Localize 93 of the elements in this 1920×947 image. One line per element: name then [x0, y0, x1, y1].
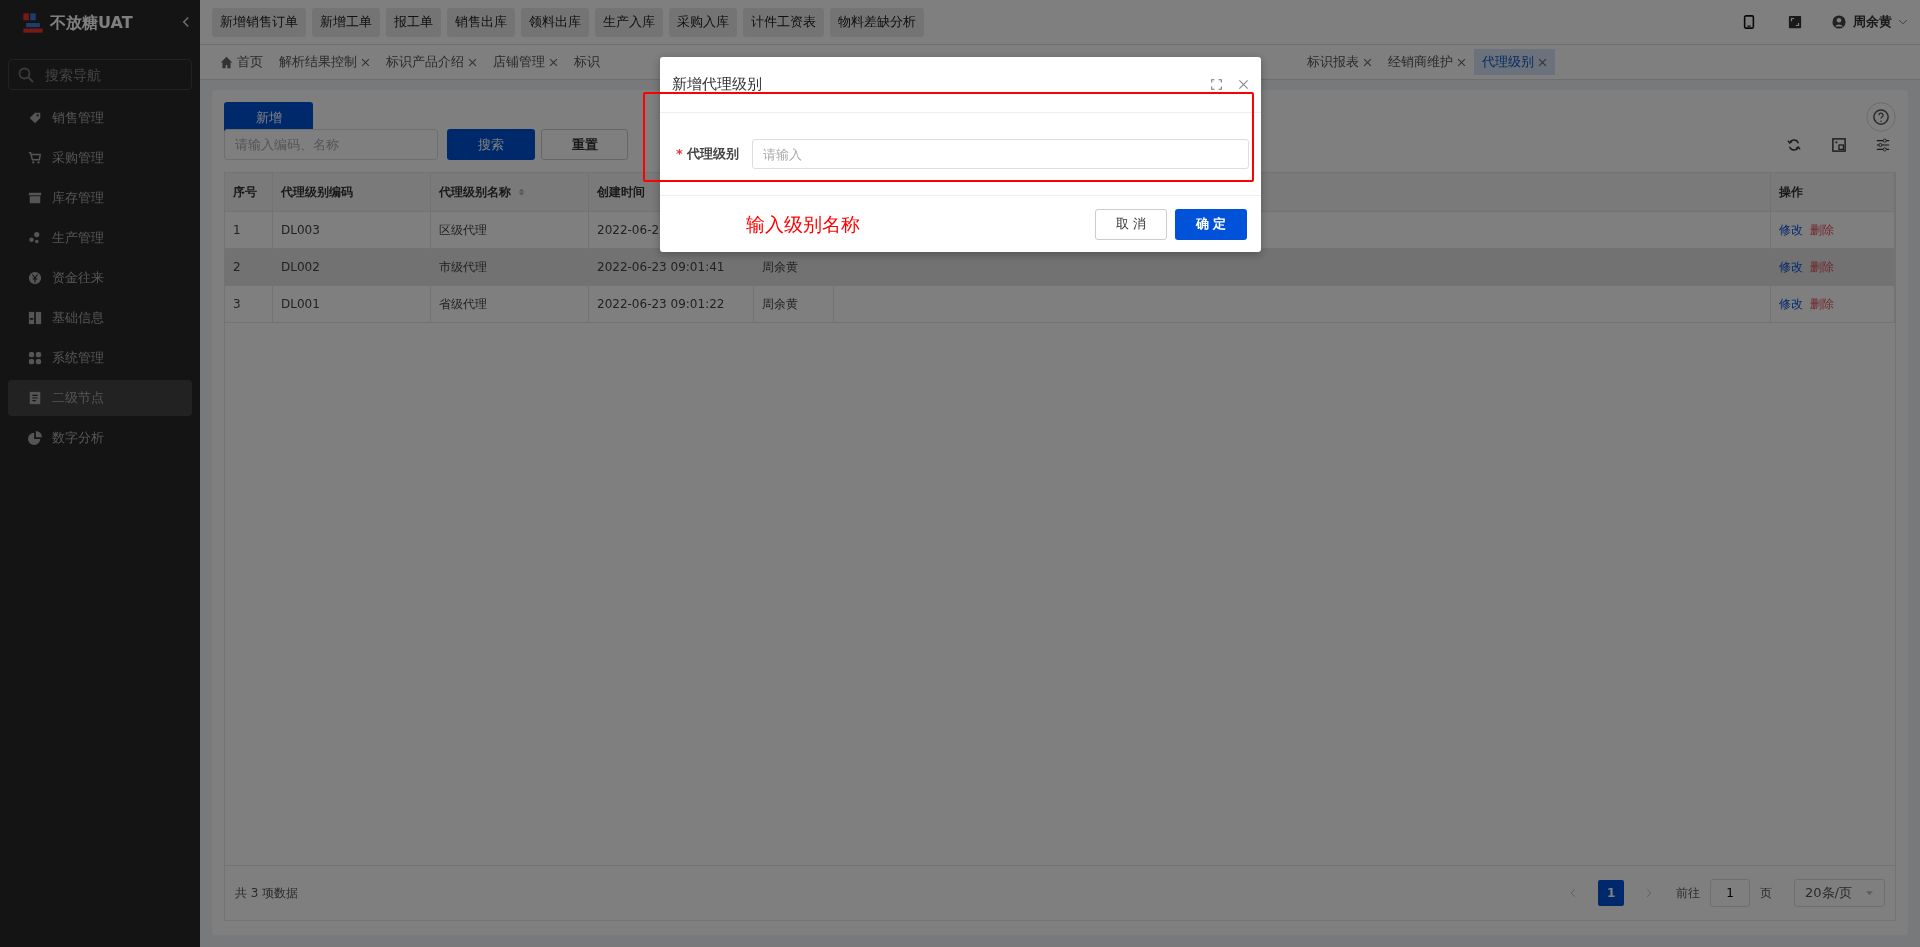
help-icon[interactable] — [1866, 102, 1896, 132]
phone-icon[interactable] — [1742, 14, 1756, 30]
column-header: 代理级别名称 — [431, 173, 589, 211]
table-cell: 市级代理 — [431, 249, 589, 285]
close-icon[interactable] — [1363, 57, 1372, 67]
fullscreen-icon[interactable] — [1788, 15, 1802, 29]
close-icon[interactable] — [1457, 57, 1466, 67]
grid-icon — [28, 351, 42, 365]
caret-down-icon — [1865, 888, 1874, 898]
logo-icon — [22, 11, 44, 34]
table-cell: 周余黄 — [754, 286, 834, 322]
required-mark: * — [676, 145, 683, 164]
close-icon[interactable] — [361, 57, 370, 67]
table-row[interactable]: 2 DL002 市级代理 2022-06-23 09:01:41 周余黄 修改 删除 — [225, 249, 1895, 286]
home-icon — [220, 55, 233, 69]
dots-icon — [28, 231, 42, 245]
table-cell: 区级代理 — [431, 212, 589, 248]
edit-link[interactable]: 修改 — [1779, 258, 1803, 276]
close-icon[interactable] — [549, 57, 558, 67]
quick-action-button[interactable]: 生产入库 — [595, 7, 663, 37]
tag-icon — [28, 111, 42, 125]
quick-action-button[interactable]: 物料差缺分析 — [830, 7, 924, 37]
table-cell: 2022-06-23 09:01:22 — [589, 286, 754, 322]
app-name: 不放糖UAT — [50, 11, 133, 34]
close-icon[interactable] — [468, 57, 477, 67]
caret-down-icon — [1898, 17, 1908, 27]
quick-action-button[interactable]: 领料出库 — [521, 7, 589, 37]
search-button[interactable]: 搜索 — [446, 129, 535, 160]
edit-link[interactable]: 修改 — [1779, 221, 1803, 239]
page-number-field[interactable]: 1 — [1710, 879, 1751, 907]
tab[interactable]: 店铺管理 — [485, 49, 566, 75]
reset-button[interactable]: 重置 — [541, 129, 628, 160]
quick-action-button[interactable]: 新增工单 — [312, 7, 380, 37]
tab[interactable]: 首页 — [212, 49, 271, 75]
table-cell: DL001 — [273, 286, 431, 322]
table-cell: 2 — [225, 249, 273, 285]
tab[interactable]: 标识 — [566, 49, 608, 75]
column-header: 代理级别编码 — [273, 173, 431, 211]
delete-link[interactable]: 删除 — [1809, 295, 1834, 313]
level-name-field[interactable]: 请输入 — [752, 139, 1249, 169]
sidebar-item[interactable]: 数字分析 — [8, 420, 192, 456]
sidebar-item[interactable]: 销售管理 — [8, 100, 192, 136]
refresh-icon[interactable] — [1787, 137, 1801, 152]
user-avatar-icon — [1832, 15, 1846, 29]
sidebar-item[interactable]: 生产管理 — [8, 220, 192, 256]
table-cell: DL002 — [273, 249, 431, 285]
cart-icon — [28, 151, 42, 165]
table-cell: 1 — [225, 212, 273, 248]
tab[interactable]: 经销商维护 — [1380, 49, 1474, 75]
sidebar-item[interactable]: 采购管理 — [8, 140, 192, 176]
cancel-button[interactable]: 取 消 — [1095, 208, 1167, 240]
layout-blocks-icon — [28, 311, 42, 325]
quick-action-button[interactable]: 销售出库 — [447, 7, 515, 37]
close-icon[interactable] — [1238, 79, 1249, 90]
tab[interactable]: 标识产品介绍 — [378, 49, 485, 75]
sliders-icon[interactable] — [1876, 137, 1890, 152]
confirm-button[interactable]: 确 定 — [1175, 208, 1247, 240]
quick-action-button[interactable]: 计件工资表 — [743, 7, 824, 37]
total-count: 共 3 项数据 — [235, 885, 299, 902]
sidebar-item[interactable]: 基础信息 — [8, 300, 192, 336]
user-menu[interactable]: 周余黄 — [1832, 12, 1908, 32]
field-label: * 代理级别 — [676, 144, 740, 164]
tab[interactable]: 标识报表 — [1299, 49, 1380, 75]
sidebar-item[interactable]: 资金往来 — [8, 260, 192, 296]
expand-icon[interactable] — [1211, 79, 1222, 90]
goto-label: 前往 — [1676, 885, 1701, 902]
table-cell: 省级代理 — [431, 286, 589, 322]
table-row[interactable]: 3 DL001 省级代理 2022-06-23 09:01:22 周余黄 修改 删除 — [225, 286, 1895, 323]
column-header: 序号 — [225, 173, 273, 211]
dialog-title: 新增代理级别 — [672, 74, 762, 96]
yen-circle-icon — [28, 271, 42, 285]
quick-action-button[interactable]: 采购入库 — [669, 7, 737, 37]
page-unit: 页 — [1760, 885, 1773, 902]
picture-in-picture-icon[interactable] — [1831, 137, 1846, 152]
quick-action-button[interactable]: 新增销售订单 — [212, 7, 306, 37]
sidebar-item[interactable]: 库存管理 — [8, 180, 192, 216]
column-header: 操作 — [1771, 173, 1895, 211]
sidebar-item[interactable]: 系统管理 — [8, 340, 192, 376]
page-button[interactable]: 1 — [1598, 880, 1625, 906]
table-cell: 3 — [225, 286, 273, 322]
delete-link[interactable]: 删除 — [1809, 221, 1834, 239]
close-icon[interactable] — [1538, 57, 1547, 67]
pie-chart-icon — [28, 431, 42, 445]
tab[interactable]: 解析结果控制 — [271, 49, 378, 75]
table-cell: DL003 — [273, 212, 431, 248]
sort-icon[interactable] — [517, 186, 526, 198]
tab[interactable]: 代理级别 — [1474, 49, 1555, 75]
page-size-select[interactable]: 20条/页 — [1794, 879, 1885, 907]
quick-action-button[interactable]: 报工单 — [386, 7, 441, 37]
search-icon — [18, 67, 34, 83]
edit-link[interactable]: 修改 — [1779, 295, 1803, 313]
delete-link[interactable]: 删除 — [1809, 258, 1834, 276]
archive-box-icon — [28, 191, 42, 205]
